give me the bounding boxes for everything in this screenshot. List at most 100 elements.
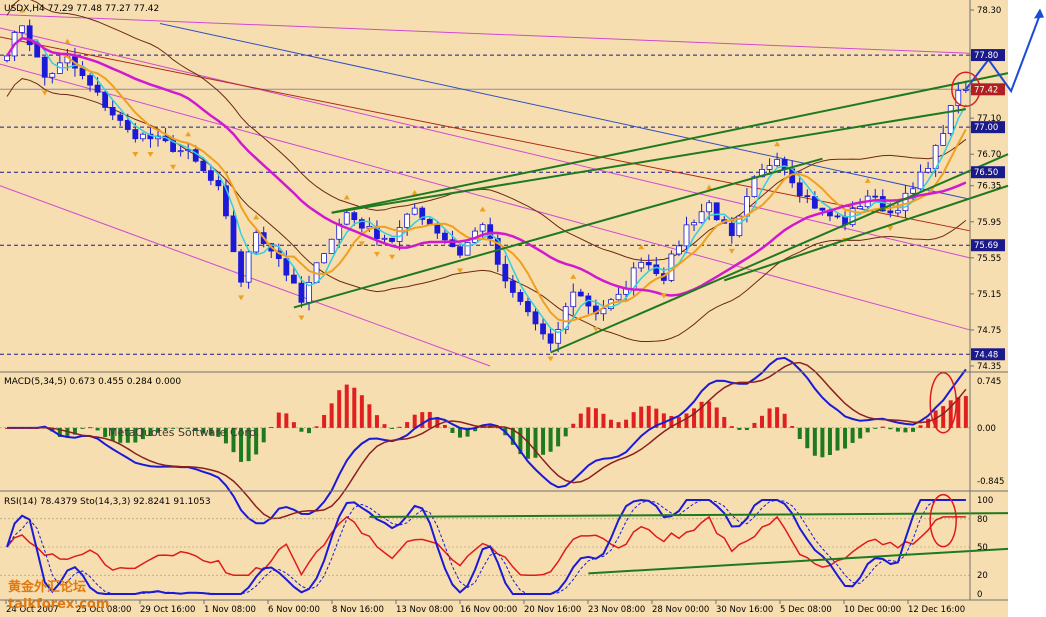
candle-body [389, 237, 395, 242]
candle-body [215, 180, 222, 187]
candle-body [34, 44, 41, 58]
candle-body [706, 202, 713, 213]
main-panel-title: USDX,H4 77.29 77.48 77.27 77.42 [4, 4, 159, 14]
macd-histogram-bar [344, 384, 349, 428]
macd-histogram-bar [563, 427, 568, 437]
macd-histogram-bar [782, 413, 787, 428]
macd-histogram-bar [329, 403, 334, 428]
price-box-label: 77.80 [974, 51, 998, 61]
candle-body [615, 293, 622, 301]
macd-panel-title: MACD(5,34,5) 0.673 0.455 0.284 0.000 [4, 377, 181, 387]
rsi-tick-label: 100 [977, 496, 993, 506]
price-tick-label: 78.30 [977, 6, 1001, 16]
time-tick-label: 1 Nov 08:00 [204, 605, 256, 615]
macd-histogram-bar [307, 427, 311, 434]
macd-histogram-bar [963, 396, 968, 428]
candle-body [124, 120, 131, 130]
candle-body [290, 274, 297, 284]
macd-histogram-bar [684, 413, 689, 428]
candle-body [298, 282, 305, 303]
candle-body [441, 232, 448, 241]
time-tick-label: 8 Nov 16:00 [332, 605, 384, 615]
candle-body [872, 195, 879, 198]
macd-tick-label: 0.745 [977, 377, 1001, 387]
macd-histogram-bar [337, 390, 342, 428]
candle-body [698, 211, 705, 224]
time-tick-label: 16 Nov 00:00 [460, 605, 517, 615]
macd-histogram-bar [903, 427, 908, 433]
macd-histogram-bar [911, 427, 915, 432]
macd-histogram-bar [760, 415, 764, 428]
macd-histogram-bar [926, 418, 931, 428]
time-tick-label: 30 Nov 16:00 [716, 605, 773, 615]
macd-histogram-bar [276, 412, 281, 428]
candle-body [502, 263, 509, 282]
candle-body [207, 170, 214, 181]
candle-body [434, 223, 441, 234]
rsi-tick-label: 20 [977, 571, 988, 581]
price-box-label: 77.00 [974, 123, 998, 133]
macd-histogram-bar [843, 427, 848, 449]
candle-body [253, 232, 260, 253]
time-tick-label: 13 Nov 08:00 [396, 605, 453, 615]
rsi-tick-label: 80 [977, 515, 988, 525]
candle-body [940, 133, 947, 146]
macd-tick-label: -0.845 [977, 477, 1004, 487]
price-tick-label: 74.35 [977, 362, 1001, 372]
macd-histogram-bar [744, 427, 749, 431]
price-box-label: 74.48 [974, 350, 998, 360]
candle-body [653, 264, 660, 275]
macd-histogram-bar [722, 416, 727, 428]
candle-body [139, 133, 146, 140]
time-tick-label: 28 Nov 00:00 [652, 605, 709, 615]
macd-histogram-bar [352, 387, 357, 428]
candle-body [230, 215, 237, 253]
macd-histogram-bar [374, 415, 379, 428]
time-tick-label: 12 Dec 16:00 [908, 605, 965, 615]
candle-body [487, 224, 494, 239]
candle-body [517, 292, 524, 302]
candle-body [41, 56, 48, 78]
time-tick-label: 10 Dec 00:00 [844, 605, 901, 615]
macd-histogram-bar [609, 419, 613, 428]
macd-histogram-bar [812, 427, 817, 456]
macd-histogram-bar [880, 426, 885, 428]
macd-histogram-bar [888, 427, 893, 430]
forum-watermark-cn: 黄金外汇论坛 [8, 579, 86, 595]
candle-body [947, 105, 954, 134]
candle-body [751, 176, 758, 198]
time-tick-label: 5 Dec 08:00 [780, 605, 832, 615]
candle-body [94, 84, 101, 93]
candle-body [676, 245, 682, 255]
candle-body [819, 207, 826, 211]
candle-body [525, 301, 531, 313]
macd-histogram-bar [737, 427, 742, 430]
candle-body [577, 291, 584, 297]
candle-body [132, 129, 139, 140]
macd-histogram-bar [88, 427, 93, 429]
macd-histogram-bar [835, 427, 840, 451]
candle-body [4, 55, 10, 61]
candle-body [781, 159, 788, 170]
macd-histogram-bar [586, 407, 591, 428]
candle-body [464, 242, 471, 256]
candle-body [887, 210, 894, 214]
macd-histogram-bar [729, 426, 734, 428]
macd-histogram-bar [601, 413, 606, 428]
rsi-panel-title: RSI(14) 78.4379 Sto(14,3,3) 92.8241 91.1… [4, 497, 211, 507]
forum-watermark-site: talkforex.com [8, 597, 109, 612]
candle-body [283, 258, 290, 276]
candle-body [457, 246, 463, 256]
macd-histogram-bar [661, 413, 666, 428]
macd-histogram-bar [624, 419, 629, 428]
candle-body [547, 333, 554, 344]
candle-body [321, 253, 328, 264]
candle-body [796, 182, 803, 197]
copyright-watermark: MetaQuotes Software Corp. [108, 426, 259, 439]
usdx-chart: 78.3077.8077.4077.1077.0076.7076.3575.95… [0, 0, 1046, 617]
macd-histogram-bar [284, 413, 289, 428]
macd-histogram-bar [827, 427, 832, 456]
candle-body [774, 159, 780, 167]
candle-body [804, 195, 811, 198]
candle-body [925, 167, 931, 173]
